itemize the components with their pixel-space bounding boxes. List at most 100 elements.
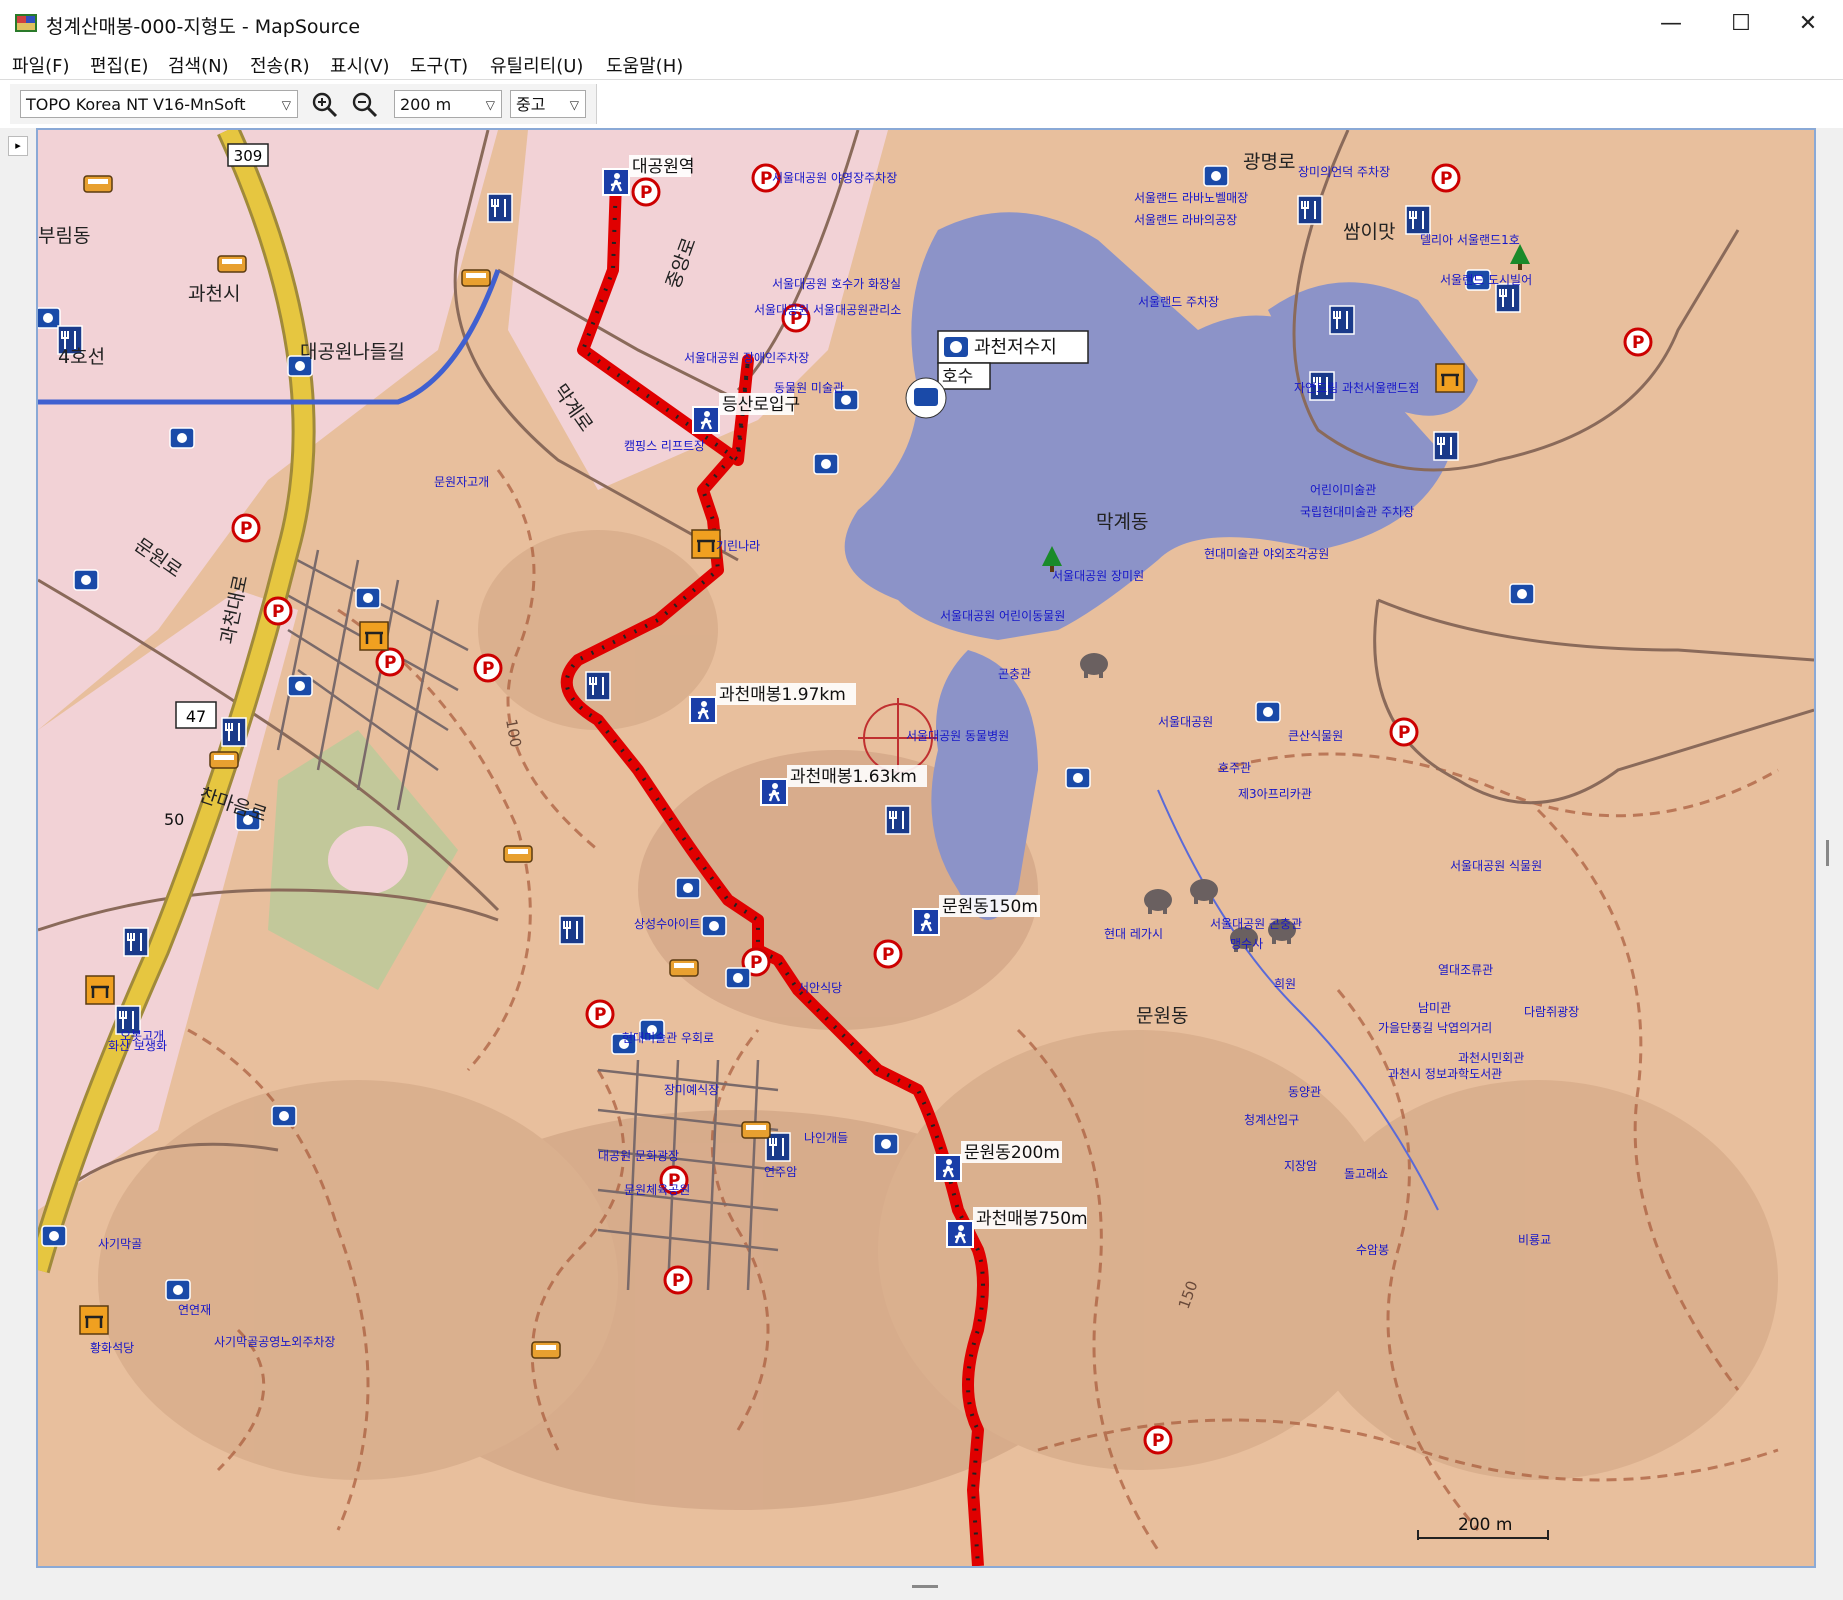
svg-text:309: 309 [234, 147, 263, 165]
map-view[interactable]: 309 47 50 과천저수지 호수 PPPPPPPPPPPPPPPP 대공원역… [36, 128, 1816, 1568]
poi-label: 사기막골 [98, 1237, 142, 1251]
place-label: 부림동 [38, 225, 90, 247]
menu-help[interactable]: 도움말(H) [606, 52, 683, 78]
poi-label: 다람쥐광장 [1524, 1005, 1579, 1019]
restaurant-icon [1433, 431, 1459, 461]
poi-label: 서울대공원 곤충관 [1210, 917, 1302, 931]
camera-poi-icon [1065, 767, 1091, 789]
menu-view[interactable]: 표시(V) [330, 52, 389, 78]
parking-icon: P [873, 939, 903, 969]
splitter-grip-horizontal[interactable] [912, 1585, 938, 1588]
poi-label: 서울대공원 서울대공원관리소 [754, 303, 901, 317]
poi-label: 장미예식장 [664, 1083, 719, 1097]
restaurant-icon [1405, 205, 1431, 235]
bus-icon [669, 959, 699, 977]
poi-label: 국립현대미술관 주차장 [1300, 505, 1414, 519]
place-label: 대공원나들길 [300, 341, 405, 363]
camera-poi-icon [1255, 701, 1281, 723]
detail-level-value: 중고 [516, 95, 546, 114]
maximize-button[interactable]: ☐ [1706, 0, 1776, 47]
poi-label: 가을단풍길 낙엽의거리 [1378, 1021, 1492, 1035]
poi-label: 서울대공원 어린이동물원 [940, 609, 1065, 623]
svg-text:P: P [1152, 1431, 1164, 1451]
menu-search[interactable]: 검색(N) [168, 52, 229, 78]
camera-poi-icon [287, 675, 313, 697]
place-label: 막계동 [1096, 511, 1148, 533]
camera-poi-icon [1203, 165, 1229, 187]
hiker-waypoint-icon [934, 1154, 962, 1182]
bus-icon [741, 1121, 771, 1139]
close-button[interactable]: ✕ [1773, 0, 1843, 47]
hiker-waypoint-icon [912, 908, 940, 936]
poi-label: 큰산식물원 [1288, 729, 1343, 743]
zoom-out-icon[interactable] [350, 90, 380, 120]
waypoint-label: 등산로입구 [722, 395, 800, 415]
minimize-button[interactable]: — [1636, 0, 1706, 47]
parking-icon: P [263, 596, 293, 626]
place-label: 광명로 [1243, 151, 1295, 173]
camera-poi-icon [914, 388, 938, 406]
splitter-grip-vertical[interactable] [1826, 840, 1829, 866]
bus-icon [217, 255, 247, 273]
svg-text:47: 47 [186, 707, 206, 726]
poi-label: 장미의언덕 주차장 [1298, 165, 1390, 179]
callout-lake[interactable]: 호수 [937, 362, 991, 390]
menu-utilities[interactable]: 유틸리티(U) [490, 52, 583, 78]
poi-label: 희원 [1274, 977, 1296, 991]
menu-tools[interactable]: 도구(T) [410, 52, 468, 78]
poi-label: 서울랜드 도시빌어 [1440, 273, 1532, 287]
camera-poi-icon [355, 587, 381, 609]
poi-label: 지장암 [1284, 1159, 1317, 1173]
waypoint-label: 과천매봉750m [976, 1209, 1088, 1229]
place-label: 쌈이맛 [1343, 221, 1395, 243]
svg-text:P: P [384, 653, 396, 673]
poi-label: 서울대공원 동물병원 [906, 729, 1009, 743]
poi-label: 문원자고개 [434, 475, 489, 489]
restaurant-icon [885, 805, 911, 835]
svg-text:P: P [672, 1271, 684, 1291]
bus-icon [531, 1341, 561, 1359]
camera-poi-icon [169, 427, 195, 449]
hiker-waypoint-icon [946, 1220, 974, 1248]
parking-icon: P [231, 513, 261, 543]
poi-label: 열대조류관 [1438, 963, 1493, 977]
poi-label: 서울대공원 [1158, 715, 1213, 729]
svg-text:호수: 호수 [942, 367, 973, 387]
picnic-icon [79, 1305, 109, 1335]
poi-label: 맹수사 [1230, 937, 1263, 951]
waypoint-label: 대공원역 [632, 157, 695, 177]
expand-sidebar-button[interactable]: ▸ [8, 136, 28, 156]
bus-icon [83, 175, 113, 193]
window-title: 청계산매봉-000-지형도 - MapSource [46, 16, 361, 38]
svg-text:P: P [750, 953, 762, 973]
poi-label: 황화석당 [90, 1341, 134, 1355]
waypoint-label: 과천매봉1.63km [790, 767, 917, 787]
camera-poi-icon [813, 453, 839, 475]
poi-label: 서울랜드 라바노벨매장 [1134, 191, 1248, 205]
place-label: 문원동 [1136, 1005, 1188, 1027]
map-canvas[interactable]: 309 47 50 과천저수지 호수 PPPPPPPPPPPPPPPP 대공원역… [38, 130, 1814, 1566]
bus-icon [209, 751, 239, 769]
detail-level-select[interactable]: 중고 ▽ [510, 90, 586, 118]
callout-gwacheon-reservoir[interactable]: 과천저수지 [937, 330, 1089, 364]
parking-icon: P [1623, 327, 1653, 357]
poi-label: 캠핑스 리프트장 [624, 439, 705, 453]
menu-edit[interactable]: 편집(E) [90, 52, 149, 78]
parking-icon: P [631, 177, 661, 207]
menu-file[interactable]: 파일(F) [12, 52, 70, 78]
camera-poi-icon [1509, 583, 1535, 605]
zoom-in-icon[interactable] [310, 90, 340, 120]
poi-label: 기린나라 [716, 539, 760, 553]
toolbar: TOPO Korea NT V16-MnSoft ▽ 200 m ▽ 중고 ▽ [0, 80, 1843, 129]
menu-transfer[interactable]: 전송(R) [250, 52, 310, 78]
hiker-waypoint-icon [689, 696, 717, 724]
restaurant-icon [585, 671, 611, 701]
poi-label: 돌고래쇼 [1344, 1167, 1388, 1181]
map-product-select[interactable]: TOPO Korea NT V16-MnSoft ▽ [20, 90, 298, 118]
restaurant-icon [123, 927, 149, 957]
camera-poi-icon [73, 569, 99, 591]
poi-label: 곤충관 [998, 667, 1031, 681]
zoom-scale-select[interactable]: 200 m ▽ [394, 90, 502, 118]
svg-text:P: P [272, 602, 284, 622]
camera-poi-icon [701, 915, 727, 937]
